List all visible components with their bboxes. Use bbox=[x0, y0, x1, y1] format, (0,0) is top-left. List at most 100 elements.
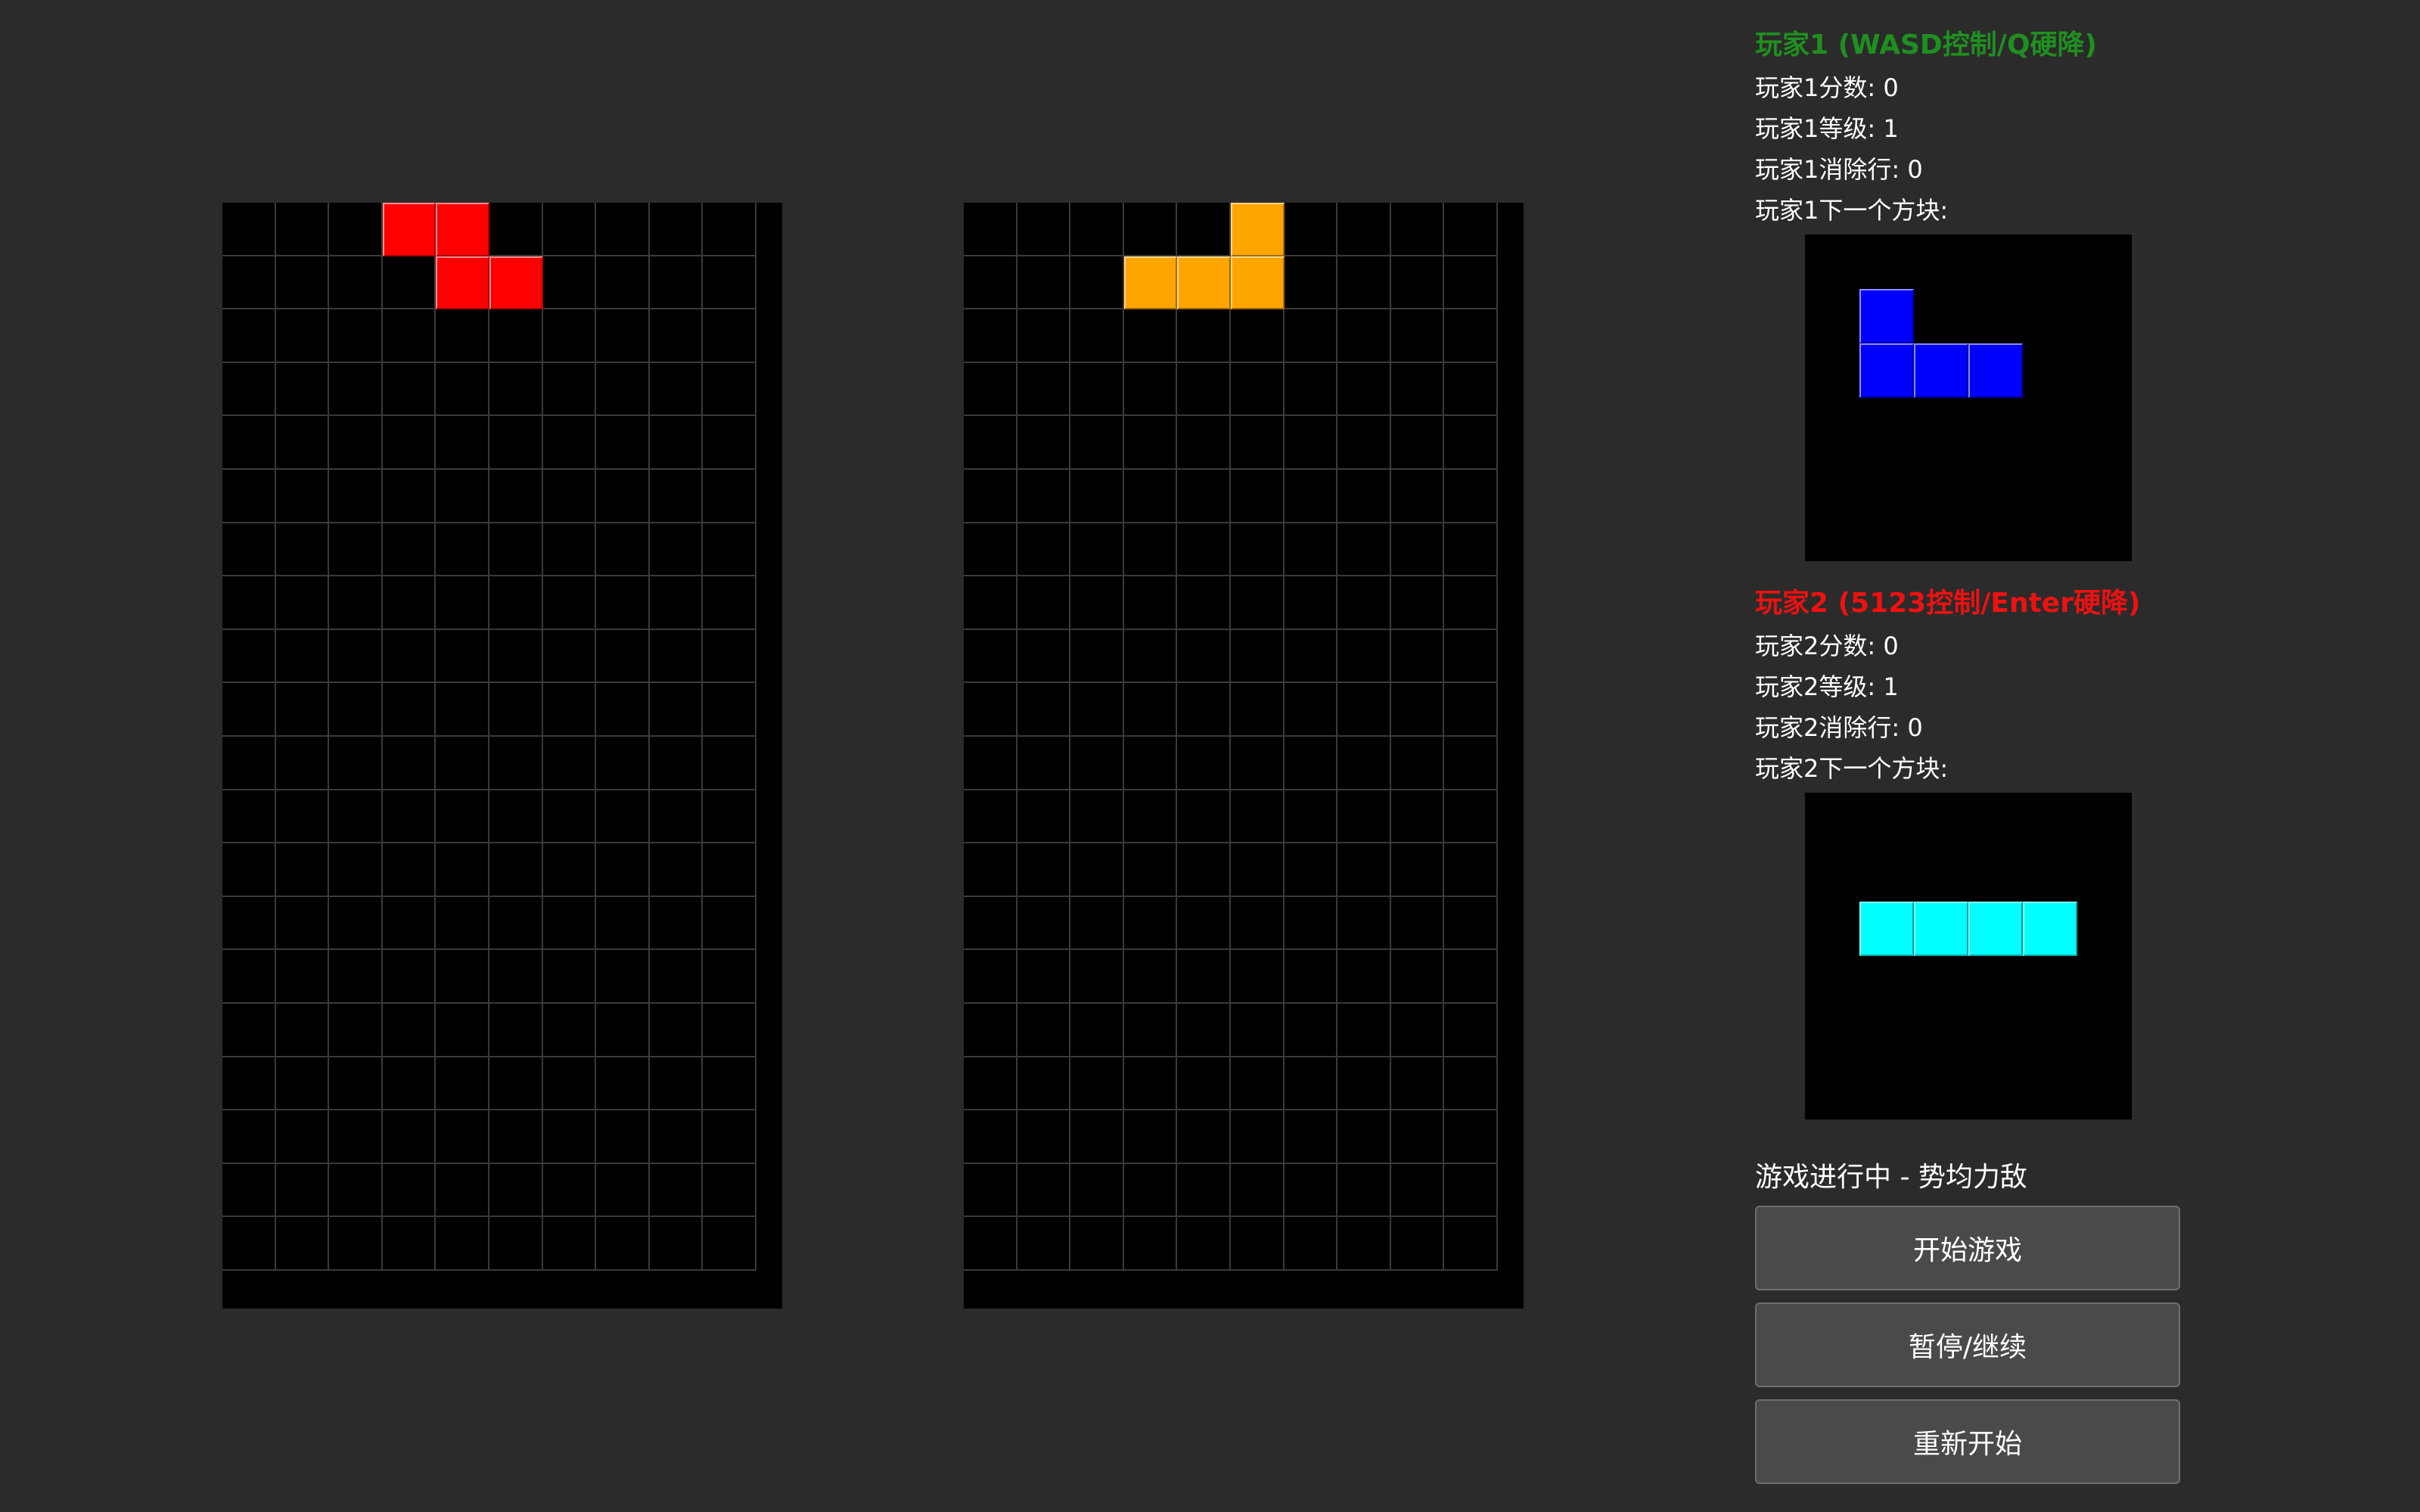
player2-grid-cell bbox=[1017, 362, 1071, 417]
player2-grid-cell bbox=[1444, 576, 1498, 630]
player1-grid-cell bbox=[275, 896, 330, 951]
player1-grid-cell bbox=[329, 950, 383, 1004]
player2-grid-cell bbox=[1123, 309, 1178, 363]
player2-grid-cell bbox=[1177, 1163, 1231, 1218]
player2-grid-cell bbox=[964, 256, 1017, 310]
player2-grid-cell bbox=[1284, 470, 1338, 523]
player2-grid-cell bbox=[1231, 1110, 1285, 1164]
player1-grid-cell bbox=[542, 790, 597, 844]
player1-grid-cell bbox=[275, 416, 330, 470]
player1-grid-cell bbox=[649, 576, 704, 630]
player2-grid-cell bbox=[1123, 790, 1178, 844]
player1-grid-cell bbox=[275, 309, 330, 363]
player2-next-block bbox=[2023, 902, 2077, 956]
player1-grid-cell bbox=[489, 1004, 543, 1057]
player2-grid-cell bbox=[1017, 1110, 1071, 1164]
player2-grid-cell bbox=[1284, 1110, 1338, 1164]
player1-grid-cell bbox=[489, 416, 543, 470]
player2-grid-cell bbox=[1017, 629, 1071, 684]
player2-grid-cell bbox=[1390, 470, 1445, 523]
player2-grid-cell bbox=[1231, 470, 1285, 523]
player1-grid-cell bbox=[596, 256, 650, 310]
player2-grid-cell bbox=[1390, 256, 1445, 310]
player2-grid-cell bbox=[1284, 843, 1338, 897]
player1-grid-cell bbox=[596, 416, 650, 470]
player1-grid-cell bbox=[703, 737, 756, 790]
player2-grid-cell bbox=[1337, 203, 1391, 256]
player2-grid-cell bbox=[1017, 309, 1071, 363]
player1-grid-cell bbox=[649, 1057, 704, 1111]
player2-grid-cell bbox=[1337, 309, 1391, 363]
player2-grid-cell bbox=[1390, 416, 1445, 470]
pause-resume-button[interactable]: 暂停/继续 bbox=[1755, 1302, 2180, 1387]
player1-grid-cell bbox=[649, 362, 704, 417]
player1-board bbox=[222, 203, 782, 1309]
player2-grid-cell bbox=[1017, 737, 1071, 790]
player1-grid-cell bbox=[703, 1110, 756, 1164]
player2-grid-cell bbox=[1390, 203, 1445, 256]
player2-grid-cell bbox=[1177, 470, 1231, 523]
player2-grid-cell bbox=[964, 1110, 1017, 1164]
player1-grid-cell bbox=[222, 737, 276, 790]
player2-board bbox=[964, 203, 1524, 1309]
player2-grid-cell bbox=[1231, 629, 1285, 684]
player2-grid-cell bbox=[1444, 256, 1498, 310]
player1-grid-cell bbox=[703, 1004, 756, 1057]
player1-grid-cell bbox=[275, 256, 330, 310]
player2-grid-cell bbox=[964, 576, 1017, 630]
player1-grid-cell bbox=[596, 362, 650, 417]
player2-grid-cell bbox=[1444, 1110, 1498, 1164]
player2-grid-cell bbox=[1070, 950, 1124, 1004]
player2-grid-cell bbox=[1337, 523, 1391, 577]
player1-grid-cell bbox=[489, 843, 543, 897]
player2-next-preview bbox=[1805, 793, 2132, 1119]
player1-grid-cell bbox=[222, 470, 276, 523]
player2-grid-cell bbox=[1284, 309, 1338, 363]
player1-grid-cell bbox=[596, 629, 650, 684]
player1-grid-cell bbox=[275, 470, 330, 523]
player1-grid-cell bbox=[489, 790, 543, 844]
player2-grid-cell bbox=[1177, 790, 1231, 844]
player2-next-block bbox=[1968, 902, 2023, 956]
player2-grid-cell bbox=[1017, 896, 1071, 951]
player2-grid-cell bbox=[1123, 523, 1178, 577]
player1-grid-cell bbox=[329, 1004, 383, 1057]
player2-grid-cell bbox=[1017, 470, 1071, 523]
player1-grid-cell bbox=[382, 1110, 436, 1164]
player2-grid-cell bbox=[1231, 523, 1285, 577]
player1-grid-cell bbox=[596, 896, 650, 951]
player2-grid-cell bbox=[1231, 1217, 1285, 1271]
player1-grid-cell bbox=[275, 362, 330, 417]
player1-grid-cell bbox=[329, 203, 383, 256]
player1-grid-cell bbox=[596, 950, 650, 1004]
player1-grid-cell bbox=[222, 683, 276, 737]
player1-grid-cell bbox=[542, 629, 597, 684]
player1-grid-cell bbox=[436, 523, 489, 577]
player1-grid-cell bbox=[436, 416, 489, 470]
player2-grid-cell bbox=[964, 416, 1017, 470]
player1-grid-cell bbox=[222, 629, 276, 684]
player2-grid-cell bbox=[1017, 1163, 1071, 1218]
start-game-button[interactable]: 开始游戏 bbox=[1755, 1206, 2180, 1290]
player1-grid-cell bbox=[329, 896, 383, 951]
player1-grid-cell bbox=[596, 470, 650, 523]
restart-button[interactable]: 重新开始 bbox=[1755, 1399, 2180, 1484]
player2-grid-cell bbox=[1337, 790, 1391, 844]
player2-level: 玩家2等级: 1 bbox=[1755, 672, 1899, 701]
player2-grid-cell bbox=[1337, 362, 1391, 417]
player1-grid-cell bbox=[275, 1163, 330, 1218]
player2-grid-cell bbox=[1390, 1057, 1445, 1111]
player2-grid-cell bbox=[1284, 737, 1338, 790]
player1-grid-cell bbox=[382, 1004, 436, 1057]
player2-grid-cell bbox=[1123, 470, 1178, 523]
player1-grid-cell bbox=[703, 1217, 756, 1271]
player1-grid-cell bbox=[436, 309, 489, 363]
player1-grid-cell bbox=[436, 843, 489, 897]
player1-grid-cell bbox=[596, 203, 650, 256]
player2-grid-cell bbox=[1231, 683, 1285, 737]
player1-grid-cell bbox=[703, 362, 756, 417]
player1-grid-cell bbox=[382, 470, 436, 523]
player1-grid-cell bbox=[703, 523, 756, 577]
player1-grid-cell bbox=[382, 576, 436, 630]
player2-grid-cell bbox=[1284, 1163, 1338, 1218]
